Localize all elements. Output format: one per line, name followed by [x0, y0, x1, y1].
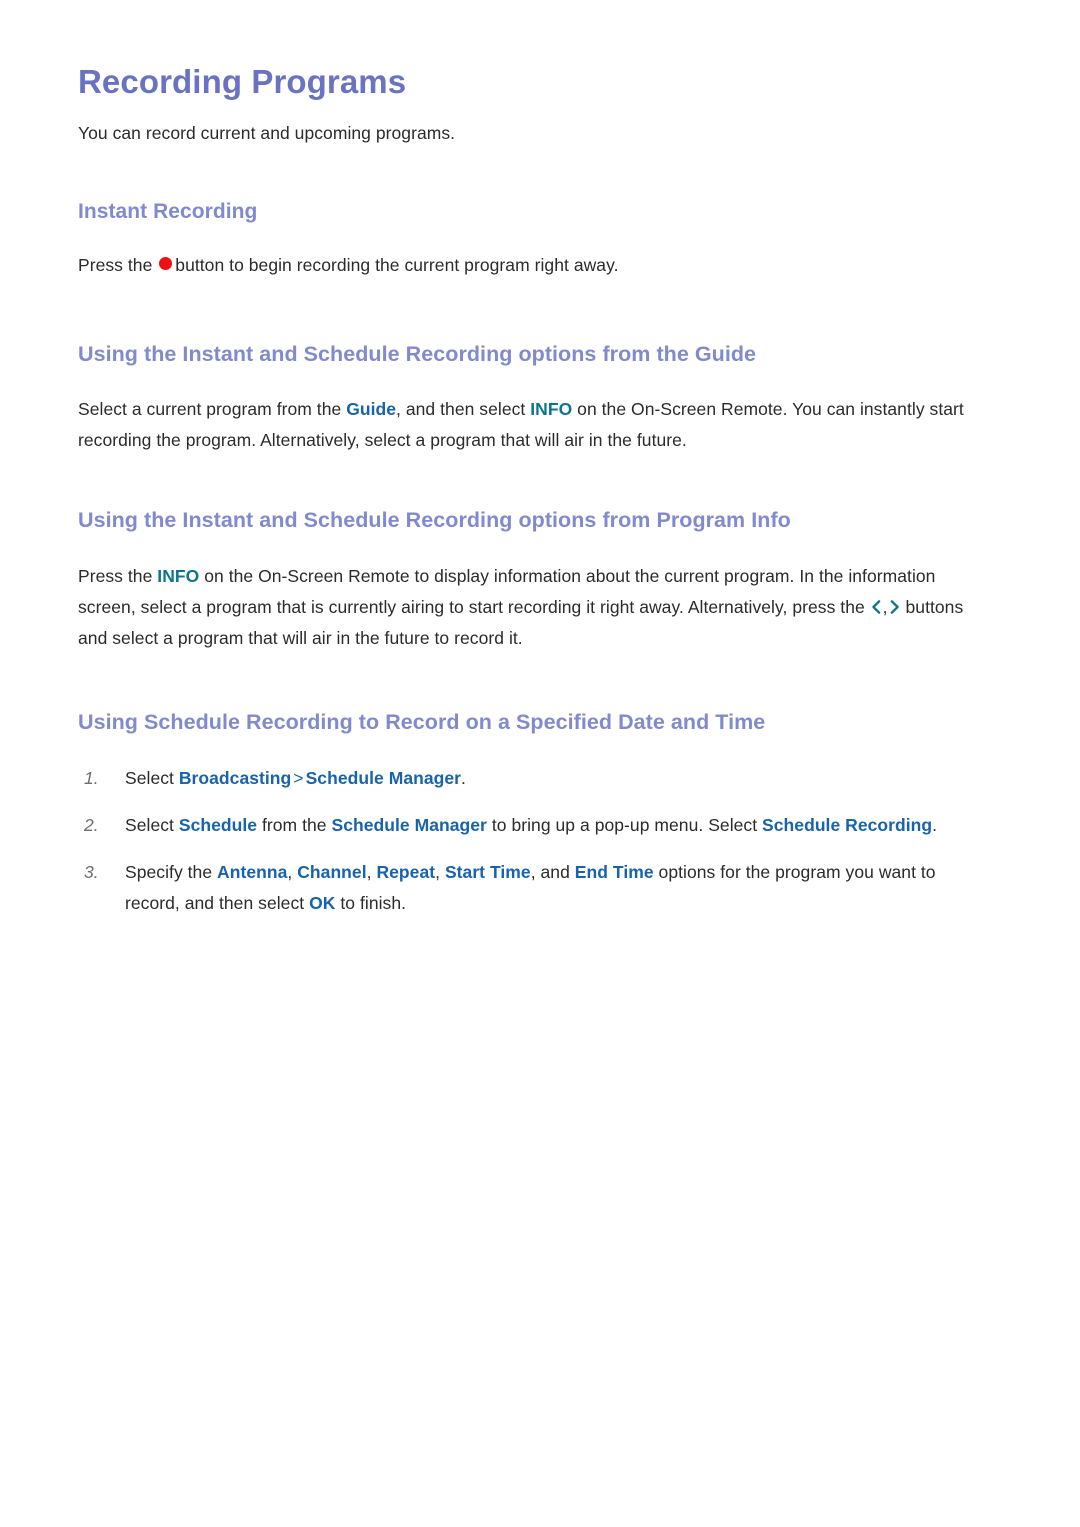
step2-text-a: Select: [125, 815, 179, 836]
section-schedule-recording: Using Schedule Recording to Record on a …: [78, 709, 985, 919]
token-repeat[interactable]: Repeat: [376, 862, 435, 882]
token-info[interactable]: INFO: [157, 566, 199, 586]
step2-text-d: .: [932, 815, 938, 836]
token-guide[interactable]: Guide: [346, 399, 396, 419]
step-text: Select Broadcasting > Schedule Manager.: [125, 768, 466, 788]
record-dot-icon: [159, 256, 173, 270]
program-info-paragraph: Press the INFO on the On-Screen Remote t…: [78, 561, 968, 654]
step-number: 3.: [84, 862, 99, 883]
token-start-time[interactable]: Start Time: [445, 862, 531, 882]
token-antenna[interactable]: Antenna: [217, 862, 287, 882]
token-info[interactable]: INFO: [530, 399, 572, 419]
breadcrumb-arrow: >: [293, 768, 304, 789]
step3-text-g: to finish.: [335, 893, 407, 914]
step1-text-b: .: [461, 768, 466, 789]
intro-paragraph: You can record current and upcoming prog…: [78, 123, 456, 144]
step2-text-c: to bring up a pop-up menu. Select: [486, 815, 763, 836]
page-title: Recording Programs: [78, 63, 407, 100]
chevron-right-icon[interactable]: [889, 599, 900, 615]
section-program-info-options: Using the Instant and Schedule Recording…: [78, 507, 985, 654]
heading-schedule-recording: Using Schedule Recording to Record on a …: [78, 710, 766, 735]
document-page: Recording Programs You can record curren…: [0, 0, 1080, 1527]
step-number: 2.: [84, 815, 99, 836]
guide-text-b: , and then select: [396, 399, 531, 420]
token-broadcasting[interactable]: Broadcasting: [179, 768, 291, 788]
heading-instant-recording: Instant Recording: [78, 200, 258, 224]
proginfo-text-a: Press the: [78, 566, 158, 587]
text-after-record-icon: button to begin recording the current pr…: [175, 254, 619, 275]
section-guide-options: Using the Instant and Schedule Recording…: [78, 341, 985, 457]
step-number: 1.: [84, 768, 99, 789]
guide-options-paragraph: Select a current program from the Guide,…: [78, 394, 968, 456]
list-item: 2. Select Schedule from the Schedule Man…: [78, 810, 985, 841]
step3-text-a: Specify the: [125, 862, 218, 883]
text-before-record-icon: Press the: [78, 254, 158, 275]
token-ok[interactable]: OK: [309, 893, 335, 913]
token-schedule-recording[interactable]: Schedule Recording: [762, 815, 932, 835]
section-instant-recording: Instant Recording Press the button to be…: [78, 198, 985, 280]
instant-recording-paragraph: Press the button to begin recording the …: [78, 250, 985, 281]
step-text: Select Schedule from the Schedule Manage…: [125, 815, 937, 835]
step-text: Specify the Antenna, Channel, Repeat, St…: [125, 862, 936, 913]
token-schedule-manager[interactable]: Schedule Manager: [331, 815, 486, 835]
step3-text-b: ,: [287, 862, 298, 883]
proginfo-text-b: on the On-Screen Remote to display infor…: [78, 566, 936, 618]
token-end-time[interactable]: End Time: [575, 862, 654, 882]
step3-text-d: ,: [435, 862, 445, 883]
step3-text-e: , and: [530, 862, 575, 883]
step3-text-c: ,: [366, 862, 377, 883]
step2-text-b: from the: [257, 815, 332, 836]
step1-text-a: Select: [125, 768, 179, 789]
token-schedule[interactable]: Schedule: [179, 815, 257, 835]
chevron-left-icon[interactable]: [871, 599, 882, 615]
token-channel[interactable]: Channel: [297, 862, 366, 882]
schedule-recording-steps: 1. Select Broadcasting > Schedule Manager.…: [78, 763, 985, 919]
heading-guide-options: Using the Instant and Schedule Recording…: [78, 341, 757, 366]
heading-program-info-options: Using the Instant and Schedule Recording…: [78, 508, 791, 533]
token-schedule-manager[interactable]: Schedule Manager: [306, 768, 461, 788]
list-item: 1. Select Broadcasting > Schedule Manager.: [78, 763, 985, 794]
chevron-separator-comma: ,: [882, 597, 888, 618]
list-item: 3. Specify the Antenna, Channel, Repeat,…: [78, 857, 985, 919]
guide-text-a: Select a current program from the: [78, 399, 347, 420]
